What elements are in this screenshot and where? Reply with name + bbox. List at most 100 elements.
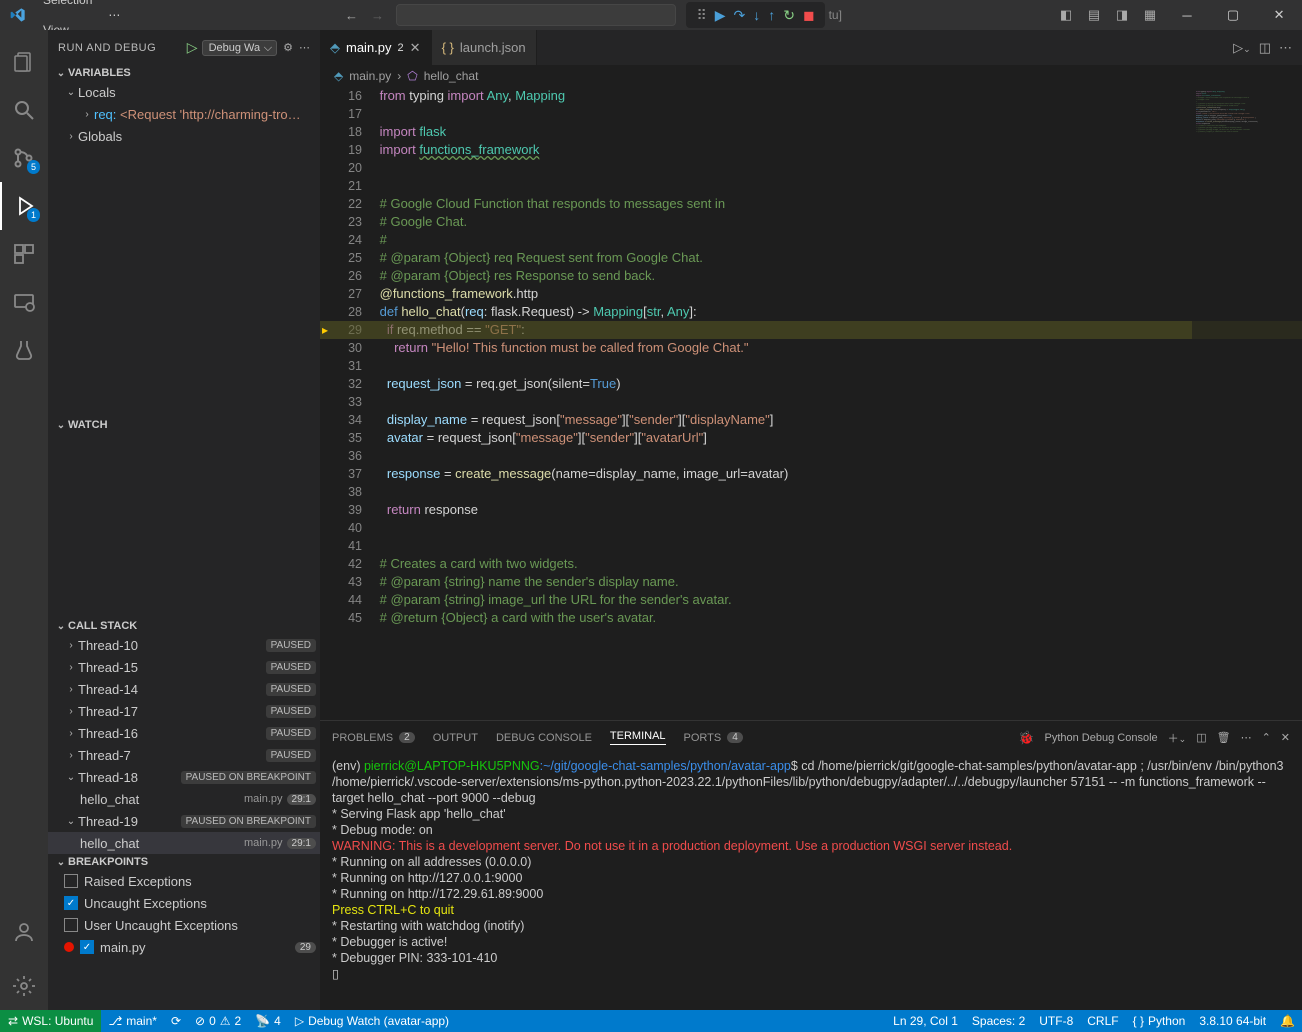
- checkbox[interactable]: [64, 874, 78, 888]
- activity-debug-icon[interactable]: 1: [0, 182, 48, 230]
- thread-row[interactable]: ›Thread-7PAUSED: [48, 744, 320, 766]
- breadcrumbs[interactable]: ⬘ main.py › ⬠ hello_chat: [320, 65, 1302, 87]
- section-callstack[interactable]: ⌄CALL STACK: [48, 618, 320, 634]
- breakpoint-option[interactable]: Raised Exceptions: [48, 870, 320, 892]
- activity-scm-icon[interactable]: 5: [0, 134, 48, 182]
- panel-tab-debug-console[interactable]: DEBUG CONSOLE: [496, 732, 592, 744]
- thread-row[interactable]: ›Thread-10PAUSED: [48, 634, 320, 656]
- thread-row[interactable]: ›Thread-17PAUSED: [48, 700, 320, 722]
- layout-panel-left-icon[interactable]: ◧: [1052, 7, 1080, 23]
- status-remote[interactable]: ⇄WSL: Ubuntu: [0, 1010, 101, 1032]
- status-notifications-icon[interactable]: 🔔: [1273, 1010, 1302, 1032]
- close-tab-icon[interactable]: ✕: [410, 40, 421, 56]
- status-interpreter[interactable]: 3.8.10 64-bit: [1192, 1010, 1273, 1032]
- sidebar-run-debug: RUN AND DEBUG ▷ Debug Wa ⌵ ⚙ ⋯ ⌄VARIABLE…: [48, 30, 320, 1010]
- section-watch[interactable]: ⌄WATCH: [48, 417, 320, 433]
- window-close-icon[interactable]: ✕: [1256, 0, 1302, 30]
- terminal-output[interactable]: (env) pierrick@LAPTOP-HKU5PNNG:~/git/goo…: [320, 754, 1302, 1010]
- window-minimize-icon[interactable]: ─: [1164, 0, 1210, 30]
- status-cursor[interactable]: Ln 29, Col 1: [886, 1010, 965, 1032]
- editor-more-icon[interactable]: ⋯: [1279, 40, 1292, 56]
- nav-forward-icon[interactable]: →: [364, 8, 390, 23]
- status-language[interactable]: { }Python: [1126, 1010, 1193, 1032]
- stop-icon[interactable]: ◼: [803, 7, 815, 24]
- status-debug-target[interactable]: ▷Debug Watch (avatar-app): [288, 1010, 456, 1032]
- layout-customize-icon[interactable]: ▦: [1136, 7, 1164, 23]
- section-variables[interactable]: ⌄VARIABLES: [48, 65, 320, 81]
- step-into-icon[interactable]: ↓: [753, 7, 760, 23]
- tab-main-py[interactable]: ⬘main.py2✕: [320, 30, 432, 65]
- window-maximize-icon[interactable]: ▢: [1210, 0, 1256, 30]
- checkbox[interactable]: ✓: [64, 896, 78, 910]
- panel-more-icon[interactable]: ⋯: [1241, 731, 1252, 744]
- activity-bar: 5 1: [0, 30, 48, 1010]
- menu-more-icon[interactable]: ⋯: [100, 0, 128, 30]
- launch-settings-icon[interactable]: ⚙: [283, 41, 293, 54]
- scope-locals[interactable]: ⌄Locals: [48, 81, 320, 103]
- run-file-icon[interactable]: ▷⌄: [1233, 40, 1251, 56]
- checkbox[interactable]: [64, 918, 78, 932]
- status-eol[interactable]: CRLF: [1080, 1010, 1125, 1032]
- remote-icon: ⇄: [8, 1014, 18, 1028]
- breakpoint-file[interactable]: ✓main.py29: [48, 936, 320, 958]
- panel-tab-terminal[interactable]: TERMINAL: [610, 730, 666, 745]
- split-editor-icon[interactable]: ◫: [1259, 40, 1271, 56]
- code-editor[interactable]: ▸ 16171819202122232425262728293031323334…: [320, 87, 1302, 720]
- status-spaces[interactable]: Spaces: 2: [965, 1010, 1032, 1032]
- breakpoint-option[interactable]: User Uncaught Exceptions: [48, 914, 320, 936]
- status-sync[interactable]: ⟳: [164, 1010, 188, 1032]
- section-breakpoints[interactable]: ⌄BREAKPOINTS: [48, 854, 320, 870]
- command-center-input[interactable]: [396, 4, 676, 26]
- start-debug-icon[interactable]: ▷: [187, 39, 198, 56]
- stack-frame[interactable]: hello_chatmain.py29:1: [48, 788, 320, 810]
- activity-settings-icon[interactable]: [0, 962, 48, 1010]
- layout-panel-right-icon[interactable]: ◨: [1108, 7, 1136, 23]
- step-over-icon[interactable]: ↷: [734, 7, 746, 24]
- scope-globals[interactable]: ›Globals: [48, 125, 320, 147]
- activity-testing-icon[interactable]: [0, 326, 48, 374]
- bottom-panel: PROBLEMS2 OUTPUT DEBUG CONSOLE TERMINAL PORT…: [320, 720, 1302, 1010]
- close-panel-icon[interactable]: ✕: [1281, 731, 1290, 744]
- new-terminal-icon[interactable]: ＋⌄: [1168, 730, 1187, 746]
- variable-req[interactable]: ›req: <Request 'http://charming-tro…: [48, 103, 320, 125]
- thread-row[interactable]: ›Thread-14PAUSED: [48, 678, 320, 700]
- activity-extensions-icon[interactable]: [0, 230, 48, 278]
- status-problems[interactable]: ⊘0 ⚠2: [188, 1010, 248, 1032]
- status-branch[interactable]: ⎇main*: [101, 1010, 164, 1032]
- panel-tab-output[interactable]: OUTPUT: [433, 732, 478, 744]
- breadcrumb-file-icon: ⬘: [334, 69, 343, 83]
- panel-tab-ports[interactable]: PORTS4: [684, 732, 743, 744]
- panel-tab-problems[interactable]: PROBLEMS2: [332, 732, 415, 744]
- sidebar-title: RUN AND DEBUG: [58, 42, 187, 54]
- stack-frame[interactable]: hello_chatmain.py29:1: [48, 832, 320, 854]
- thread-row[interactable]: ›Thread-16PAUSED: [48, 722, 320, 744]
- layout-panel-bottom-icon[interactable]: ▤: [1080, 7, 1108, 23]
- thread-row[interactable]: ›Thread-15PAUSED: [48, 656, 320, 678]
- split-terminal-icon[interactable]: ◫: [1196, 731, 1206, 744]
- terminal-profile-label[interactable]: Python Debug Console: [1045, 732, 1158, 744]
- nav-back-icon[interactable]: ←: [338, 8, 364, 23]
- activity-explorer-icon[interactable]: [0, 38, 48, 86]
- thread-row[interactable]: ⌄Thread-18PAUSED ON BREAKPOINT: [48, 766, 320, 788]
- sidebar-more-icon[interactable]: ⋯: [299, 41, 310, 54]
- thread-row[interactable]: ⌄Thread-19PAUSED ON BREAKPOINT: [48, 810, 320, 832]
- minimap[interactable]: from typing import Any, Mapping import f…: [1192, 87, 1302, 720]
- kill-terminal-icon[interactable]: 🗑: [1217, 731, 1231, 744]
- step-out-icon[interactable]: ↑: [768, 7, 775, 23]
- menu-selection[interactable]: Selection: [35, 0, 100, 15]
- debug-console-select-icon[interactable]: 🐞: [1018, 730, 1034, 746]
- breakpoint-option[interactable]: ✓Uncaught Exceptions: [48, 892, 320, 914]
- continue-icon[interactable]: ▶: [715, 7, 726, 24]
- breadcrumb-symbol-icon: ⬠: [407, 69, 417, 83]
- debug-drag-handle-icon[interactable]: ⠿: [696, 7, 706, 24]
- launch-config-select[interactable]: Debug Wa ⌵: [202, 40, 278, 56]
- activity-search-icon[interactable]: [0, 86, 48, 134]
- activity-accounts-icon[interactable]: [0, 908, 48, 956]
- activity-remote-icon[interactable]: [0, 278, 48, 326]
- status-ports[interactable]: 📡4: [248, 1010, 288, 1032]
- maximize-panel-icon[interactable]: ⌃: [1262, 731, 1271, 744]
- checkbox[interactable]: ✓: [80, 940, 94, 954]
- status-encoding[interactable]: UTF-8: [1032, 1010, 1080, 1032]
- tab-launch-json[interactable]: { }launch.json: [432, 30, 537, 65]
- restart-icon[interactable]: ↻: [783, 7, 795, 24]
